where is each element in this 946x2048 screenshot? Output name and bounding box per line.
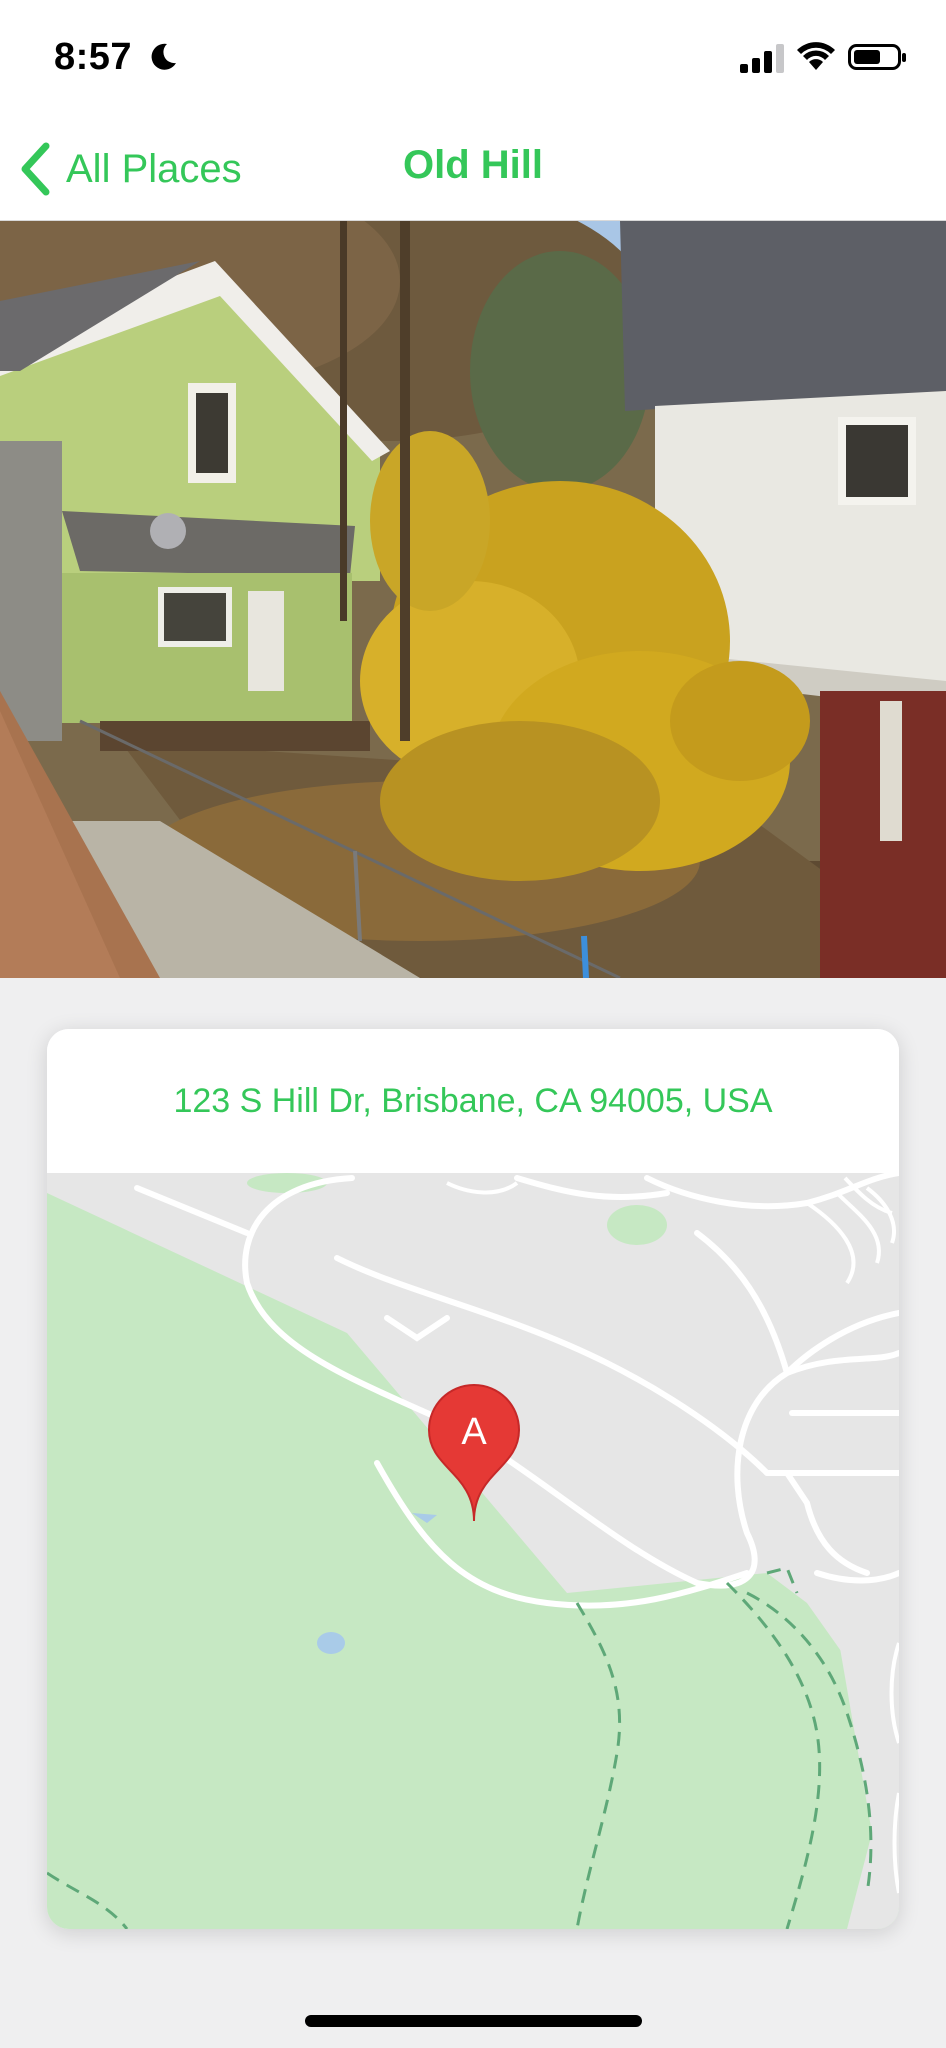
moon-icon (151, 43, 176, 70)
back-button[interactable]: All Places (18, 139, 242, 199)
map-marker-label: A (461, 1411, 487, 1453)
location-card: 123 S Hill Dr, Brisbane, CA 94005, USA A (47, 1029, 899, 1929)
chevron-left-icon (21, 142, 50, 196)
screen: 8:57 All Places Old Hill 123 S Hill Dr, … (0, 0, 946, 2048)
status-bar: 8:57 (0, 0, 946, 115)
battery-icon (848, 44, 906, 70)
home-indicator[interactable] (305, 2015, 642, 2027)
navigation-bar: All Places Old Hill (0, 115, 946, 221)
page-title: Old Hill (403, 143, 543, 187)
cellular-signal-icon (740, 44, 784, 73)
map-canvas: A (47, 1173, 899, 1929)
address-row[interactable]: 123 S Hill Dr, Brisbane, CA 94005, USA (47, 1029, 899, 1173)
place-photo[interactable] (0, 221, 946, 978)
map-view[interactable]: A (47, 1173, 899, 1929)
address-text: 123 S Hill Dr, Brisbane, CA 94005, USA (173, 1081, 773, 1120)
status-time: 8:57 (54, 36, 133, 78)
wifi-icon (797, 42, 835, 70)
back-button-label: All Places (66, 146, 242, 191)
